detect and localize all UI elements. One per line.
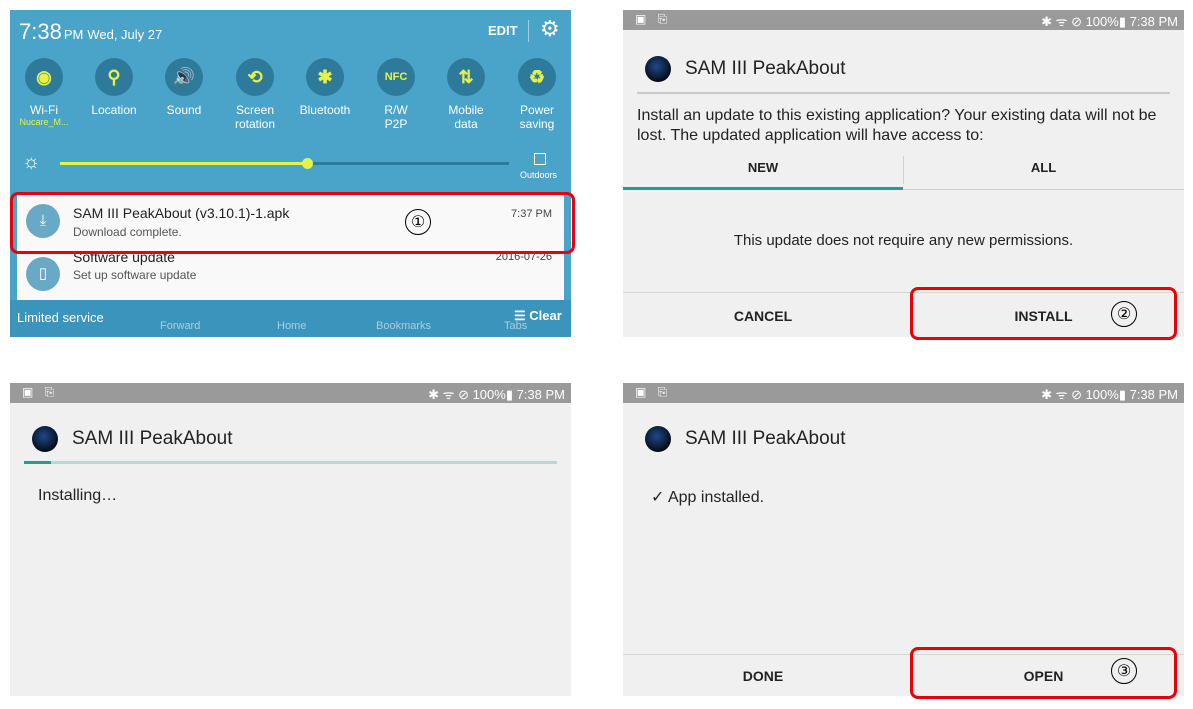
- status-bar: ▣ ⎘ ✱ ᯤ ⊘ 100%▮ 7:38 PM: [623, 10, 1184, 30]
- quick-setting-6[interactable]: ⇅ Mobile data: [431, 58, 501, 131]
- quick-setting-label: R/W P2P: [361, 103, 431, 131]
- step-number-3: ③: [1111, 658, 1137, 684]
- installed-message: ✓ App installed.: [651, 487, 764, 507]
- limited-service-label: Limited service: [17, 310, 104, 325]
- check-icon: ✓: [651, 489, 665, 506]
- app-icon: [645, 426, 671, 452]
- highlight-box-step-3: [910, 647, 1177, 699]
- outdoors-label: Outdoors: [520, 170, 558, 180]
- install-message: Install an update to this existing appli…: [637, 107, 1157, 144]
- clock-ampm: PM: [63, 27, 84, 42]
- quick-setting-icon: NFC: [377, 58, 415, 96]
- ghost-home: Home: [277, 320, 307, 332]
- quick-setting-label-line1: Sound: [166, 103, 202, 117]
- quick-setting-label-line1: Wi-Fi: [30, 103, 58, 117]
- quick-setting-1[interactable]: ⚲ Location: [79, 58, 149, 117]
- quick-setting-label-line2: data: [454, 117, 478, 131]
- quick-setting-icon: ⟲: [236, 58, 274, 96]
- ghost-bookmarks: Bookmarks: [376, 320, 432, 332]
- cancel-button[interactable]: CANCEL: [623, 308, 903, 324]
- step-number-2: ②: [1111, 301, 1137, 327]
- quick-setting-label-line1: Screen: [235, 103, 275, 117]
- clear-label: Clear: [529, 308, 562, 323]
- app-icon: [32, 426, 58, 452]
- clock: 7:38 PM Wed, July 27: [19, 19, 162, 45]
- done-button[interactable]: DONE: [623, 668, 903, 684]
- phone-update-icon: ▯: [26, 257, 60, 291]
- quick-setting-label-line1: Bluetooth: [299, 103, 351, 117]
- quick-setting-label: Location: [79, 103, 149, 117]
- header-divider: [637, 92, 1170, 94]
- quick-setting-label-line2: P2P: [384, 117, 408, 131]
- app-name: SAM III PeakAbout: [72, 428, 233, 449]
- app-name: SAM III PeakAbout: [685, 58, 846, 79]
- installed-text: App installed.: [667, 489, 765, 506]
- status-right: ✱ ᯤ ⊘ 100%▮ 7:38 PM: [1041, 14, 1178, 29]
- status-left-icons: ▣ ⎘: [635, 12, 672, 26]
- quick-setting-icon: ◉: [25, 58, 63, 96]
- app-header: SAM III PeakAbout: [32, 426, 233, 452]
- tab-divider: [903, 156, 904, 184]
- quick-setting-label-line1: Mobile: [448, 103, 484, 117]
- quick-setting-icon: ♻: [518, 58, 556, 96]
- header-divider: [528, 20, 529, 42]
- installing-text: Installing…: [38, 487, 118, 504]
- status-left-icons: ▣ ⎘: [635, 385, 672, 399]
- ghost-forward: Forward: [160, 320, 201, 332]
- brightness-handle[interactable]: [301, 158, 313, 169]
- status-bar: ▣ ⎘ ✱ ᯤ ⊘ 100%▮ 7:38 PM: [10, 383, 571, 403]
- quick-setting-icon: ⇅: [447, 58, 485, 96]
- tab-all[interactable]: ALL: [903, 153, 1184, 190]
- quick-setting-7[interactable]: ♻ Power saving: [502, 58, 571, 131]
- quick-setting-label-line1: Power: [519, 103, 554, 117]
- outdoors-checkbox[interactable]: [534, 153, 546, 165]
- quick-setting-label: Power saving: [502, 103, 571, 131]
- quick-setting-0[interactable]: ◉ Wi-Fi Nucare_M...: [10, 58, 79, 127]
- clear-button[interactable]: ☰ Clear: [514, 308, 562, 324]
- install-progress-fill: [24, 461, 51, 464]
- app-name: SAM III PeakAbout: [685, 428, 846, 449]
- quick-setting-label-line2: rotation: [234, 117, 276, 131]
- clock-date: Wed, July 27: [87, 27, 163, 42]
- quick-setting-icon: ⚲: [95, 58, 133, 96]
- quick-setting-label: Wi-Fi: [10, 103, 79, 117]
- quick-setting-label-line1: Location: [91, 103, 137, 117]
- clear-icon: ☰: [514, 308, 530, 323]
- quick-setting-label: Screen rotation: [220, 103, 290, 131]
- quick-setting-3[interactable]: ⟲ Screen rotation: [220, 58, 290, 131]
- brightness-fill: [60, 162, 307, 165]
- status-left-icons: ▣ ⎘: [22, 385, 59, 399]
- quick-setting-icon: ✱: [306, 58, 344, 96]
- quick-setting-sublabel: Nucare_M...: [19, 117, 69, 127]
- notification-software-update[interactable]: ▯ Software update Set up software update…: [17, 248, 564, 300]
- tab-new[interactable]: NEW: [623, 153, 903, 190]
- edit-button[interactable]: EDIT: [488, 23, 518, 38]
- permissions-text: This update does not require any new per…: [733, 232, 1074, 249]
- brightness-slider[interactable]: [60, 158, 509, 169]
- clock-time: 7:38: [19, 19, 62, 44]
- status-bar: ▣ ⎘ ✱ ᯤ ⊘ 100%▮ 7:38 PM: [623, 383, 1184, 403]
- app-header: SAM III PeakAbout: [645, 426, 846, 452]
- highlight-box-step-1: [10, 192, 575, 254]
- brightness-icon: ☼: [22, 151, 41, 173]
- notification-shade-panel: 7:38 PM Wed, July 27 EDIT ⚙ ◉ Wi-Fi Nucare_M…: [10, 10, 571, 337]
- quick-setting-label: Mobile data: [431, 103, 501, 131]
- install-progress-bar: [24, 461, 557, 464]
- gear-icon[interactable]: ⚙: [540, 18, 560, 40]
- status-right: ✱ ᯤ ⊘ 100%▮ 7:38 PM: [428, 387, 565, 402]
- app-icon: [645, 56, 671, 82]
- quick-setting-icon: 🔊: [165, 58, 203, 96]
- quick-setting-5[interactable]: NFC R/W P2P: [361, 58, 431, 131]
- quick-setting-4[interactable]: ✱ Bluetooth: [290, 58, 360, 117]
- notification-subtitle: Set up software update: [73, 268, 197, 282]
- quick-setting-2[interactable]: 🔊 Sound: [149, 58, 219, 117]
- quick-setting-label: Sound: [149, 103, 219, 117]
- quick-setting-label-line2: saving: [519, 117, 555, 131]
- app-header: SAM III PeakAbout: [645, 56, 846, 82]
- step-number-1: ①: [405, 209, 431, 235]
- installing-panel: ▣ ⎘ ✱ ᯤ ⊘ 100%▮ 7:38 PM SAM III PeakAbou…: [10, 383, 571, 696]
- status-right: ✱ ᯤ ⊘ 100%▮ 7:38 PM: [1041, 387, 1178, 402]
- quick-setting-label-line1: R/W: [384, 103, 408, 117]
- quick-setting-label: Bluetooth: [290, 103, 360, 117]
